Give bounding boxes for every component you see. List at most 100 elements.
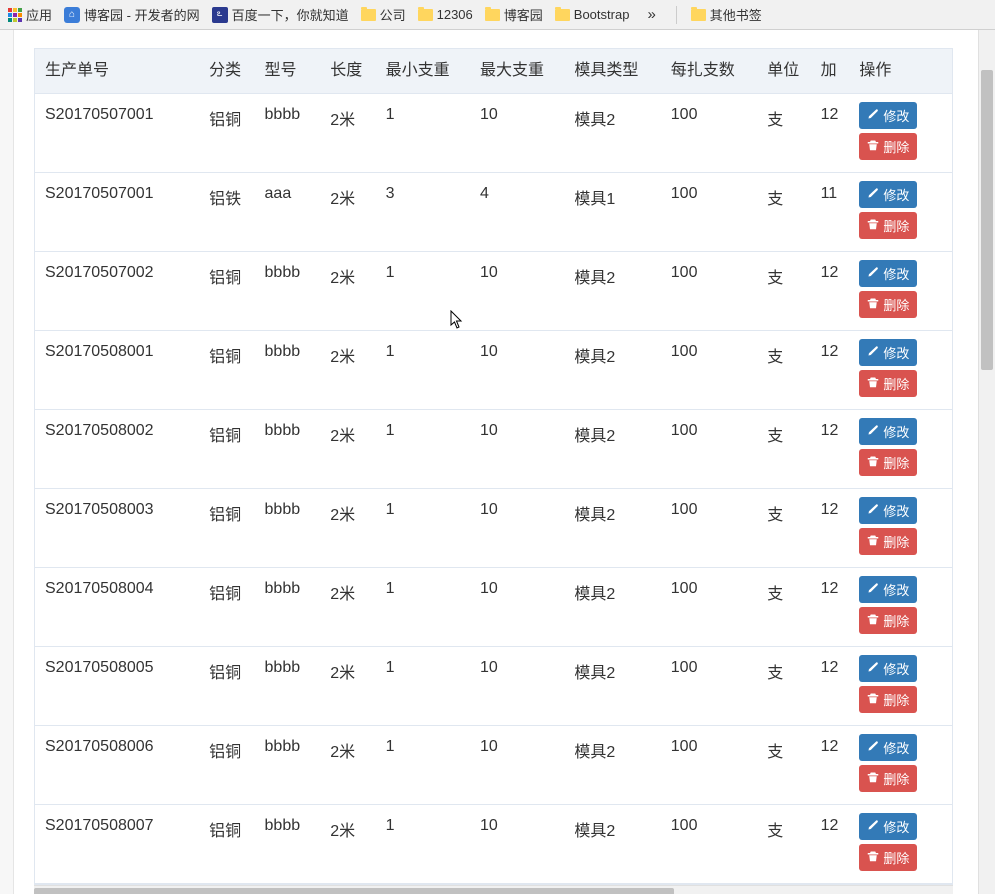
cell-bundle-count: 100	[661, 410, 757, 489]
delete-button[interactable]: 删除	[859, 449, 917, 476]
cell-max-weight: 10	[470, 568, 564, 647]
th-max-weight[interactable]: 最大支重	[470, 49, 564, 94]
edit-button[interactable]: 修改	[859, 102, 917, 129]
cell-max-weight: 4	[470, 173, 564, 252]
bookmark-apps[interactable]: 应用	[8, 5, 52, 24]
cell-actions: 修改删除	[849, 726, 952, 805]
th-category[interactable]: 分类	[199, 49, 254, 94]
cell-max-weight: 10	[470, 489, 564, 568]
edit-icon	[867, 819, 879, 834]
apps-icon	[8, 8, 22, 22]
bookmark-folder-12306[interactable]: 12306	[418, 7, 473, 22]
bookmark-other[interactable]: 其他书签	[691, 5, 762, 24]
edit-label: 修改	[883, 422, 909, 441]
edit-button[interactable]: 修改	[859, 418, 917, 445]
trash-icon	[867, 376, 879, 391]
table-row: S20170508004铝铜bbbb2米110模具2100支12修改删除	[35, 568, 952, 647]
horizontal-scroll-thumb[interactable]	[34, 888, 674, 894]
edit-icon	[867, 266, 879, 281]
bookmark-cnblogs[interactable]: ⌂ 博客园 - 开发者的网	[64, 5, 200, 24]
th-mold-type[interactable]: 模具类型	[564, 49, 660, 94]
th-unit[interactable]: 单位	[757, 49, 810, 94]
cell-category: 铝铜	[199, 331, 254, 410]
cell-min-weight: 1	[376, 726, 470, 805]
edit-button[interactable]: 修改	[859, 260, 917, 287]
folder-icon	[691, 9, 706, 21]
table-row: S20170508002铝铜bbbb2米110模具2100支12修改删除	[35, 410, 952, 489]
delete-button[interactable]: 删除	[859, 765, 917, 792]
edit-button[interactable]: 修改	[859, 181, 917, 208]
bookmark-baidu[interactable]: ఽ 百度一下，你就知道	[212, 5, 349, 24]
vertical-scrollbar[interactable]	[978, 30, 995, 894]
cell-unit: 支	[757, 489, 810, 568]
vertical-scroll-thumb[interactable]	[981, 70, 993, 370]
edit-button[interactable]: 修改	[859, 497, 917, 524]
cell-order: S20170508007	[35, 805, 199, 884]
cell-length: 2米	[320, 647, 375, 726]
cell-bundle-count: 100	[661, 252, 757, 331]
cell-length: 2米	[320, 252, 375, 331]
bookmark-folder-bootstrap[interactable]: Bootstrap	[555, 7, 630, 22]
delete-button[interactable]: 删除	[859, 370, 917, 397]
horizontal-scrollbar[interactable]	[34, 885, 953, 894]
delete-label: 删除	[883, 295, 909, 314]
cell-min-weight: 1	[376, 489, 470, 568]
cell-min-weight: 1	[376, 568, 470, 647]
th-min-weight[interactable]: 最小支重	[376, 49, 470, 94]
delete-button[interactable]: 删除	[859, 686, 917, 713]
cell-mold-type: 模具2	[564, 252, 660, 331]
delete-button[interactable]: 删除	[859, 607, 917, 634]
edit-button[interactable]: 修改	[859, 576, 917, 603]
table-header-row: 生产单号 分类 型号 长度 最小支重 最大支重 模具类型 每扎支数 单位 加 操…	[35, 49, 952, 94]
cell-model: bbbb	[255, 805, 321, 884]
cell-category: 铝铜	[199, 94, 254, 173]
cell-category: 铝铜	[199, 568, 254, 647]
cell-model: bbbb	[255, 489, 321, 568]
th-length[interactable]: 长度	[320, 49, 375, 94]
cell-unit: 支	[757, 568, 810, 647]
th-order[interactable]: 生产单号	[35, 49, 199, 94]
edit-icon	[867, 582, 879, 597]
delete-button[interactable]: 删除	[859, 844, 917, 871]
cell-bundle-count: 100	[661, 726, 757, 805]
cell-min-weight: 1	[376, 410, 470, 489]
cell-order: S20170508002	[35, 410, 199, 489]
cell-extra: 12	[811, 726, 850, 805]
bookmarks-overflow[interactable]: »	[641, 6, 661, 23]
cell-actions: 修改删除	[849, 94, 952, 173]
trash-icon	[867, 534, 879, 549]
cell-min-weight: 1	[376, 805, 470, 884]
th-model[interactable]: 型号	[255, 49, 321, 94]
bookmarks-bar: 应用 ⌂ 博客园 - 开发者的网 ఽ 百度一下，你就知道 公司 12306 博客…	[0, 0, 995, 30]
table-row: S20170507001铝铜bbbb2米110模具2100支12修改删除	[35, 94, 952, 173]
cell-max-weight: 10	[470, 252, 564, 331]
edit-button[interactable]: 修改	[859, 655, 917, 682]
delete-label: 删除	[883, 769, 909, 788]
delete-label: 删除	[883, 137, 909, 156]
cell-order: S20170507002	[35, 252, 199, 331]
th-bundle-count[interactable]: 每扎支数	[661, 49, 757, 94]
delete-button[interactable]: 删除	[859, 528, 917, 555]
cell-order: S20170507001	[35, 173, 199, 252]
cell-bundle-count: 100	[661, 94, 757, 173]
edit-button[interactable]: 修改	[859, 813, 917, 840]
cell-mold-type: 模具2	[564, 805, 660, 884]
cell-order: S20170508003	[35, 489, 199, 568]
edit-icon	[867, 108, 879, 123]
trash-icon	[867, 139, 879, 154]
bookmark-label: 博客园	[504, 5, 543, 24]
cell-actions: 修改删除	[849, 489, 952, 568]
delete-button[interactable]: 删除	[859, 291, 917, 318]
cell-extra: 12	[811, 489, 850, 568]
delete-button[interactable]: 删除	[859, 212, 917, 239]
edit-button[interactable]: 修改	[859, 734, 917, 761]
cell-min-weight: 1	[376, 252, 470, 331]
bookmark-folder-cnblogs[interactable]: 博客园	[485, 5, 543, 24]
cell-max-weight: 10	[470, 726, 564, 805]
cell-min-weight: 1	[376, 331, 470, 410]
edit-button[interactable]: 修改	[859, 339, 917, 366]
th-extra[interactable]: 加	[811, 49, 850, 94]
bookmark-folder-company[interactable]: 公司	[361, 5, 406, 24]
delete-button[interactable]: 删除	[859, 133, 917, 160]
th-actions[interactable]: 操作	[849, 49, 952, 94]
